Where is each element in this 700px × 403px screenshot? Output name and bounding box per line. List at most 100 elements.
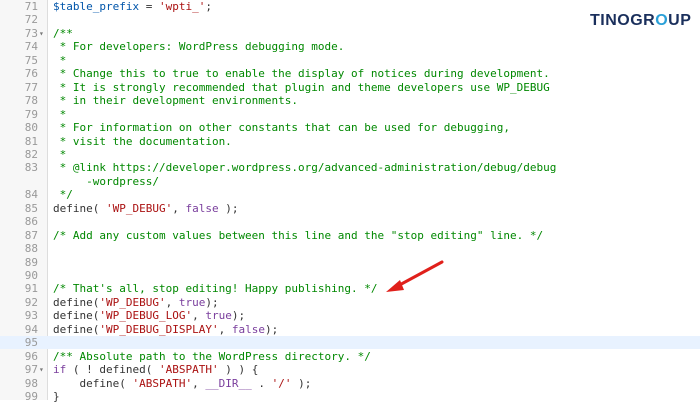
code-text: * visit the documentation.	[53, 135, 232, 148]
line-number: 93	[24, 309, 38, 323]
code-line[interactable]: 97 ▾ if ( ! defined( 'ABSPATH' ) ) {	[0, 363, 700, 376]
code-text: /** Absolute path to the WordPress direc…	[53, 350, 371, 363]
code-token: );	[218, 201, 239, 215]
code-line[interactable]: 74 * For developers: WordPress debugging…	[0, 40, 700, 53]
code-line[interactable]: 83 * @link https://developer.wordpress.o…	[0, 161, 700, 174]
code-token: * It is strongly recommended that plugin…	[53, 80, 550, 94]
code-token: false	[185, 201, 219, 215]
logo-text-part-3: UP	[668, 12, 692, 29]
code-token: define(	[53, 322, 100, 336]
code-line[interactable]: 91 /* That's all, stop editing! Happy pub…	[0, 282, 700, 295]
line-number: 87	[24, 228, 38, 242]
code-line[interactable]: 92 define('WP_DEBUG', true);	[0, 296, 700, 309]
code-text: define('WP_DEBUG_DISPLAY', false);	[53, 323, 278, 336]
fold-toggle-icon[interactable]: ▾	[39, 363, 47, 376]
code-text: *	[53, 54, 67, 67]
line-number: 81	[24, 134, 38, 148]
line-number: 90	[24, 269, 38, 282]
fold-toggle-icon[interactable]: ▾	[39, 27, 47, 40]
code-editor[interactable]: 71 $table_prefix = 'wpti_'; 72 73 ▾/** 74 * F…	[0, 0, 700, 403]
code-line[interactable]: 93 define('WP_DEBUG_LOG', true);	[0, 309, 700, 322]
code-token: ,	[192, 309, 206, 323]
line-number: 82	[24, 147, 38, 161]
code-token: 'WP_DEBUG'	[99, 295, 166, 309]
line-number: 77	[24, 80, 38, 94]
code-token: }	[53, 390, 60, 403]
code-line[interactable]: 90	[0, 269, 700, 282]
code-line[interactable]: 95	[0, 336, 700, 350]
code-token: 'ABSPATH'	[132, 376, 193, 390]
code-line[interactable]: 94 define('WP_DEBUG_DISPLAY', false);	[0, 323, 700, 336]
code-token: /** Absolute path to the WordPress direc…	[53, 349, 371, 363]
red-arrow-annotation	[386, 260, 444, 292]
code-line[interactable]: 85 define( 'WP_DEBUG', false );	[0, 202, 700, 215]
code-line[interactable]: 82 *	[0, 148, 700, 161]
code-token: define(	[53, 376, 133, 390]
line-number: 85	[24, 201, 38, 215]
code-text: * @link https://developer.wordpress.org/…	[53, 161, 557, 174]
code-text: * For developers: WordPress debugging mo…	[53, 40, 345, 54]
line-number: 78	[24, 94, 38, 108]
line-number: 99	[24, 390, 38, 403]
code-token: * For developers: WordPress debugging mo…	[53, 40, 345, 54]
code-token: );	[205, 295, 219, 309]
code-text: *	[53, 148, 67, 161]
code-line[interactable]: 98 define( 'ABSPATH', __DIR__ . '/' );	[0, 377, 700, 390]
code-token: ;	[205, 0, 212, 13]
code-line[interactable]: 88	[0, 242, 700, 255]
code-line[interactable]: 76 * Change this to true to enable the d…	[0, 67, 700, 80]
line-number: 86	[24, 215, 38, 229]
code-token: ( ! defined(	[66, 363, 159, 377]
line-number: 80	[24, 121, 38, 135]
code-token: '/'	[271, 376, 292, 390]
code-line[interactable]: 84 */	[0, 188, 700, 201]
line-number: 97	[24, 363, 38, 377]
code-token: true	[205, 309, 232, 323]
code-text: * in their development environments.	[53, 94, 298, 107]
code-token: /* That's all, stop editing! Happy publi…	[53, 282, 378, 296]
code-token: */	[53, 188, 73, 202]
code-token: define(	[53, 201, 106, 215]
code-text: -wordpress/	[53, 175, 159, 188]
code-token: -wordpress/	[53, 174, 159, 188]
code-line[interactable]: 77 * It is strongly recommended that plu…	[0, 81, 700, 94]
code-token: * visit the documentation.	[53, 134, 232, 148]
code-line[interactable]: 78 * in their development environments.	[0, 94, 700, 107]
code-token: );	[231, 309, 246, 323]
logo-text: TINOGROUP	[590, 12, 691, 30]
code-token: *	[53, 107, 67, 121]
code-token: 'WP_DEBUG_LOG'	[99, 309, 193, 323]
code-token: 'ABSPATH'	[158, 363, 219, 377]
line-number: 88	[24, 242, 38, 256]
line-number: 83	[24, 161, 38, 175]
code-line[interactable]: 75 *	[0, 54, 700, 67]
code-text: /* That's all, stop editing! Happy publi…	[53, 282, 378, 295]
code-text: }	[53, 390, 60, 403]
code-line[interactable]: 80 * For information on other constants …	[0, 121, 700, 134]
line-number: 95	[24, 336, 38, 350]
code-token: 'WP_DEBUG'	[105, 201, 173, 215]
code-text: define('WP_DEBUG', true);	[53, 296, 219, 309]
code-text: *	[53, 107, 67, 121]
code-line[interactable]: 96 /** Absolute path to the WordPress dir…	[0, 350, 700, 363]
code-token: true	[178, 295, 206, 309]
code-line[interactable]: 87 /* Add any custom values between this …	[0, 229, 700, 242]
logo-text-o: O	[655, 12, 669, 29]
code-line[interactable]: 79 *	[0, 108, 700, 121]
code-text: * For information on other constants tha…	[53, 121, 510, 134]
code-line[interactable]: 81 * visit the documentation.	[0, 135, 700, 148]
code-token: 'wpti_'	[158, 0, 206, 13]
code-line[interactable]: 89	[0, 256, 700, 269]
code-line[interactable]: -wordpress/	[0, 175, 700, 188]
code-text: define( 'ABSPATH', __DIR__ . '/' );	[53, 377, 311, 390]
code-token: define(	[53, 295, 100, 309]
code-line[interactable]: 99}	[0, 390, 700, 403]
code-text: * Change this to true to enable the disp…	[53, 67, 550, 80]
code-text: */	[53, 188, 73, 201]
code-token: if	[53, 363, 67, 377]
line-number: 84	[24, 188, 38, 202]
code-line[interactable]: 86	[0, 215, 700, 228]
code-text: define( 'WP_DEBUG', false );	[53, 202, 238, 215]
line-number: 92	[24, 295, 38, 309]
code-text: define('WP_DEBUG_LOG', true);	[53, 309, 245, 322]
